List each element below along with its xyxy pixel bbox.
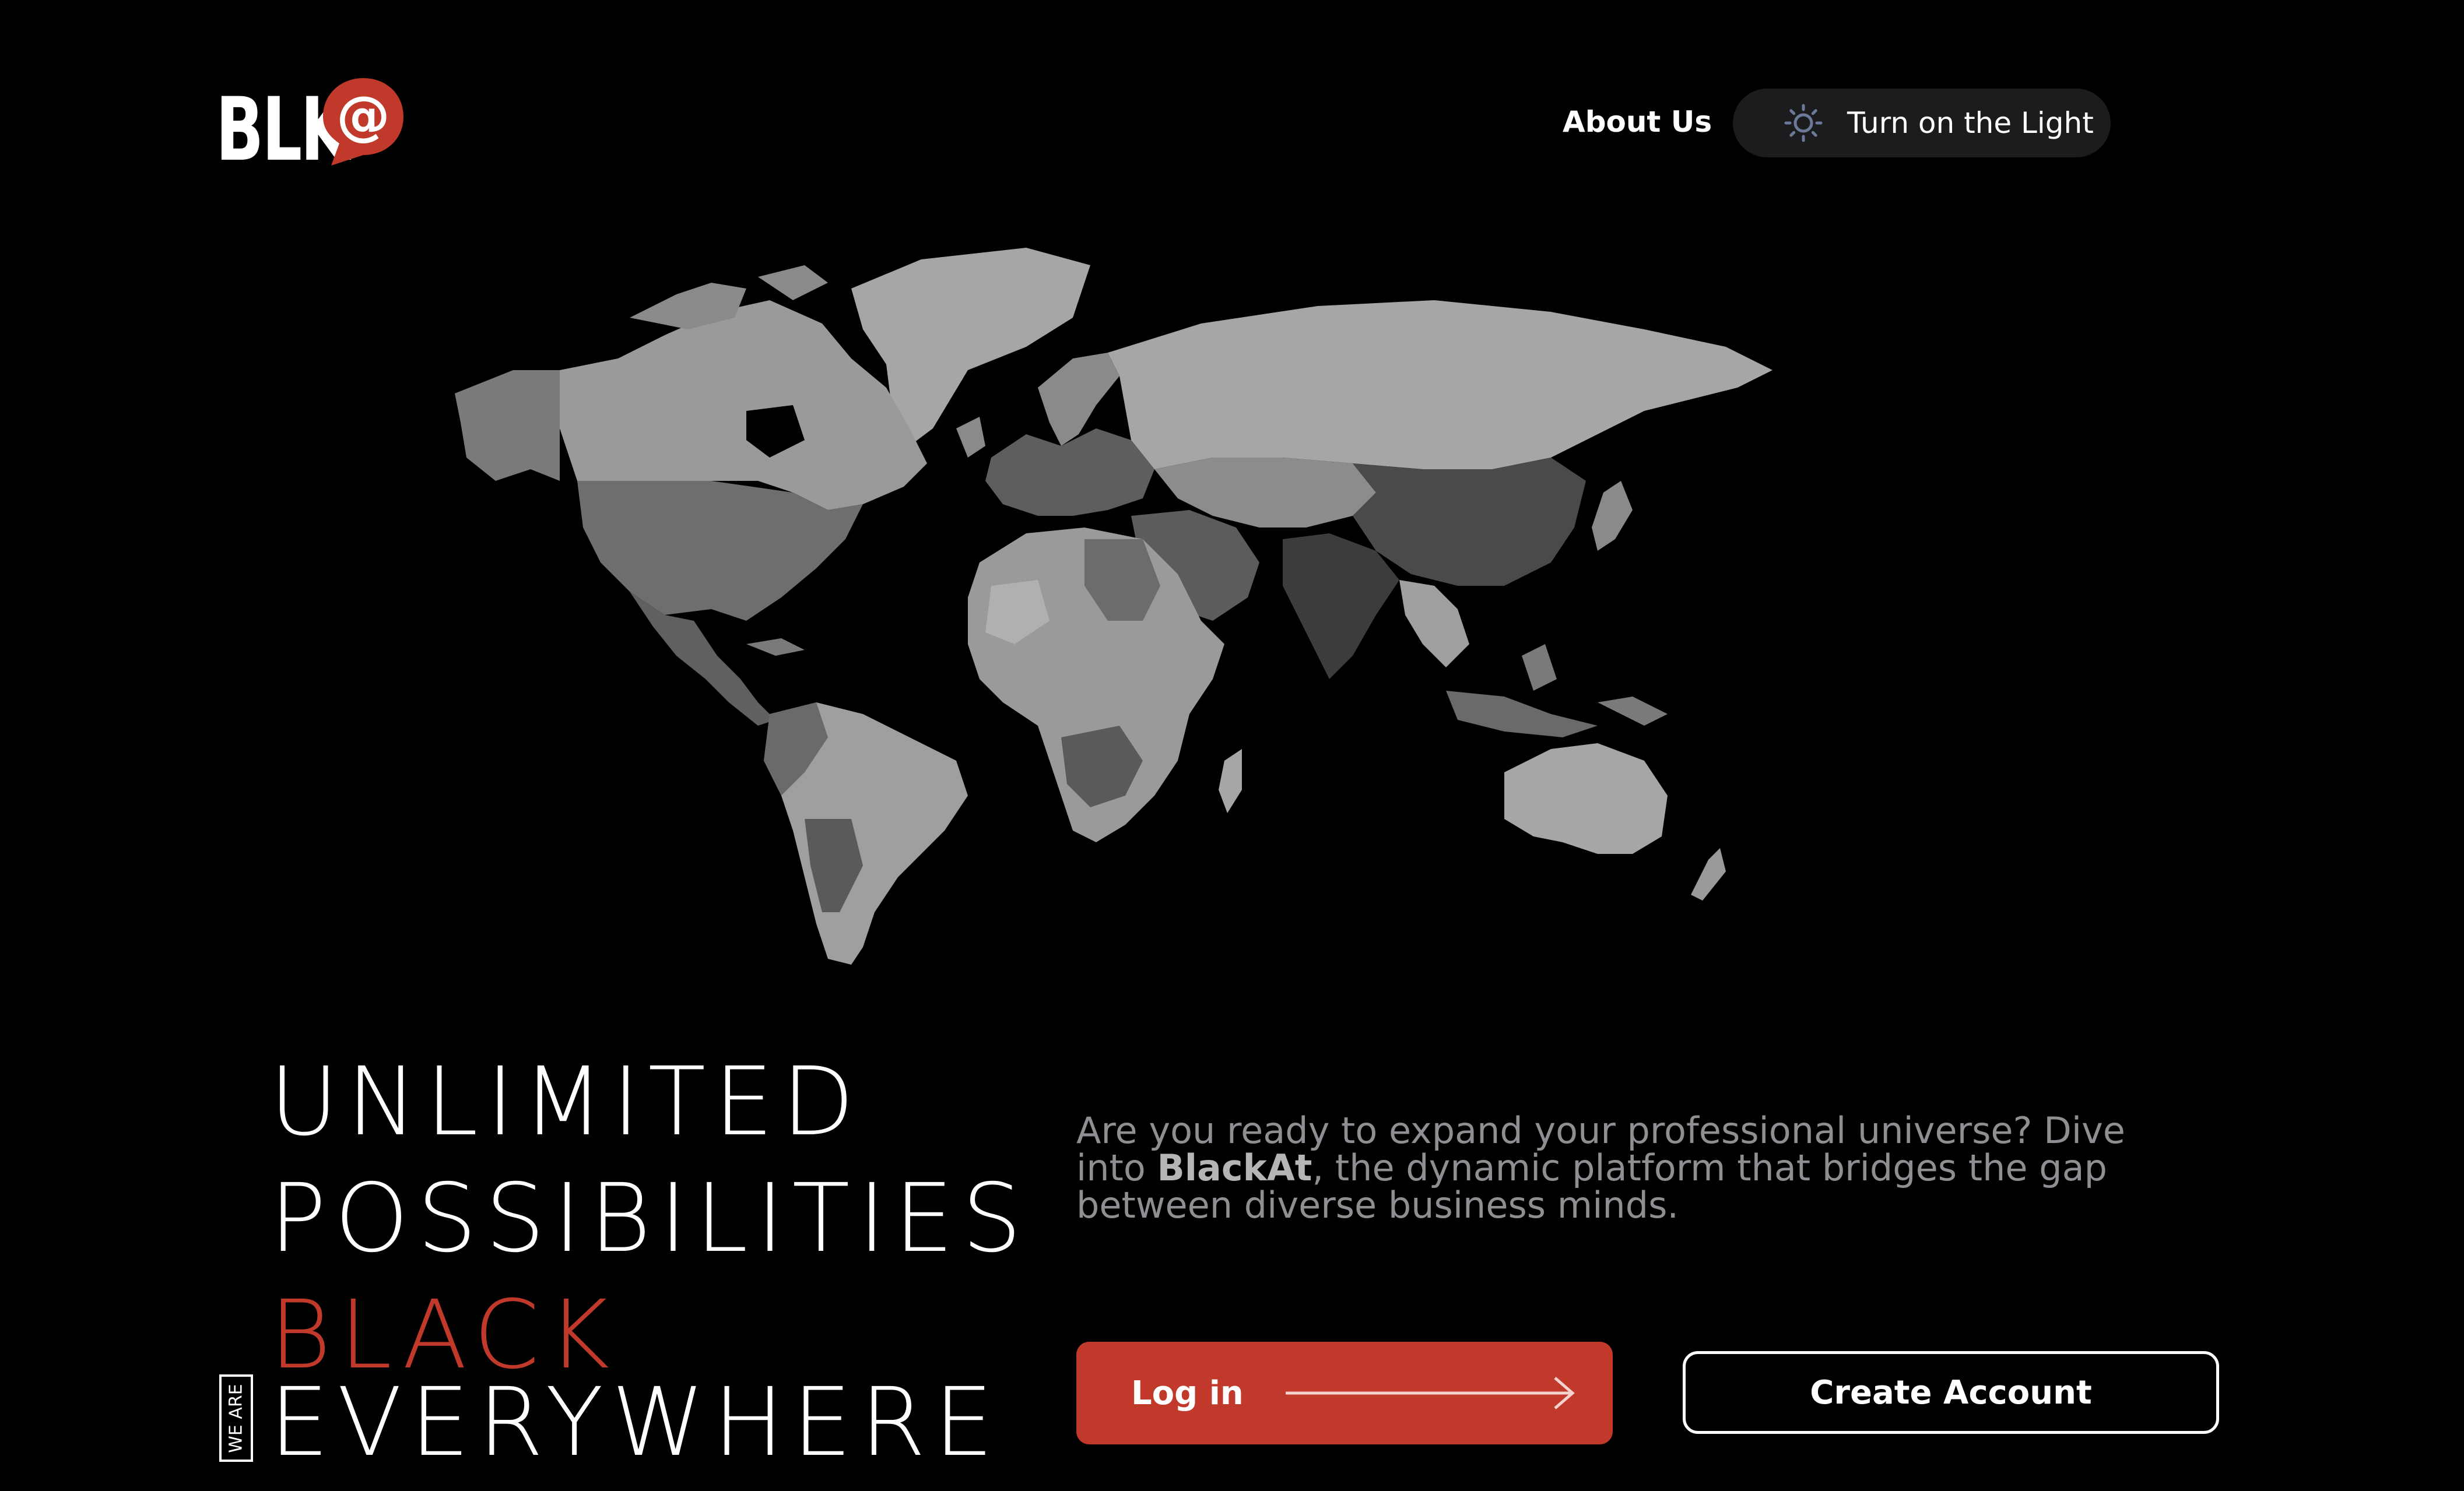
map-europe	[985, 428, 1154, 516]
headline-line-possibilities: POSSIBILITIES	[269, 1164, 1030, 1274]
map-australia	[1504, 743, 1668, 854]
description-brand-name: BlackAt	[1157, 1147, 1312, 1189]
hero-headline: UNLIMITED POSSIBILITIES BLACK EVERYWHERE	[269, 1047, 1030, 1478]
headline-line-unlimited: UNLIMITED	[269, 1047, 863, 1157]
sun-icon	[1784, 104, 1823, 142]
headline-line-everywhere: EVERYWHERE	[269, 1368, 1002, 1478]
map-india	[1283, 533, 1399, 679]
we-are-tag: WE ARE	[219, 1374, 253, 1462]
world-map-illustration	[455, 248, 1772, 965]
brand-logo[interactable]: BLK @	[216, 75, 403, 181]
theme-toggle-button[interactable]: Turn on the Light	[1733, 89, 2111, 157]
map-japan	[1592, 481, 1633, 551]
map-southeast-asia	[1399, 580, 1469, 667]
map-alaska	[455, 370, 560, 481]
logo-text: BLK	[216, 79, 349, 181]
we-are-label: WE ARE	[226, 1383, 247, 1453]
login-button-label: Log in	[1131, 1374, 1244, 1412]
map-russia	[1108, 300, 1772, 469]
arrow-right-icon	[1285, 1377, 1575, 1409]
map-scandinavia	[1038, 353, 1119, 446]
create-account-button[interactable]: Create Account	[1683, 1351, 2219, 1434]
login-button[interactable]: Log in	[1076, 1342, 1613, 1444]
nav-about-us-link[interactable]: About Us	[1563, 105, 1712, 139]
theme-toggle-label: Turn on the Light	[1847, 106, 2094, 140]
hero-description: Are you ready to expand your professiona…	[1076, 1112, 2172, 1224]
map-madagascar	[1219, 749, 1242, 813]
logo-symbol: @	[336, 85, 390, 147]
map-new-zealand	[1691, 848, 1726, 901]
headline-line-black: BLACK	[269, 1281, 618, 1390]
at-pin-icon: @	[323, 78, 403, 166]
